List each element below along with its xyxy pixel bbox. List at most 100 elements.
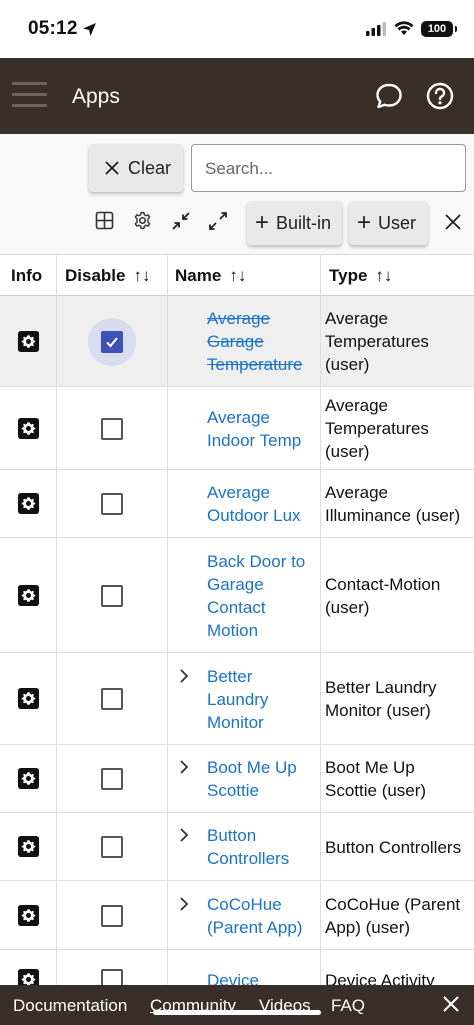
app-type-text: CoCoHue (Parent App) (user) bbox=[325, 893, 470, 939]
close-footer-icon[interactable] bbox=[442, 995, 460, 1013]
type-cell: Button Controllers bbox=[321, 813, 474, 880]
grid-layout-icon[interactable] bbox=[95, 211, 114, 230]
search-input[interactable]: Search... bbox=[191, 144, 466, 192]
app-type-text: Button Controllers bbox=[325, 836, 470, 859]
builtin-label: Built-in bbox=[276, 212, 332, 233]
disable-checkbox[interactable] bbox=[101, 584, 123, 607]
app-settings-gear-icon[interactable] bbox=[17, 417, 40, 440]
app-type-line: (user) bbox=[325, 355, 370, 374]
app-type-text: Average Temperatures (user) bbox=[325, 394, 470, 463]
app-settings-gear-icon[interactable] bbox=[17, 687, 40, 710]
app-type-line: Monitor (user) bbox=[325, 701, 431, 720]
disable-checkbox[interactable] bbox=[101, 768, 123, 790]
expand-icon[interactable] bbox=[208, 211, 228, 231]
app-name-link[interactable]: Average Garage Temperature bbox=[207, 307, 312, 376]
app-name-line: Button bbox=[207, 826, 257, 845]
add-builtin-app-button[interactable]: + Built-in bbox=[247, 201, 342, 245]
column-header-disable[interactable]: Disable ↑↓ bbox=[57, 255, 168, 296]
app-name-line: Back Door to bbox=[207, 551, 306, 571]
help-icon[interactable] bbox=[425, 81, 455, 111]
disable-checkbox[interactable] bbox=[101, 330, 123, 353]
app-name-link[interactable]: Button Controllers bbox=[207, 824, 312, 870]
sort-icon[interactable]: ↑↓ bbox=[229, 266, 246, 285]
app-name-line: Monitor bbox=[207, 712, 264, 732]
column-label: Disable bbox=[65, 266, 126, 285]
app-name-link[interactable]: Better Laundry Monitor bbox=[207, 665, 312, 734]
home-indicator bbox=[153, 1010, 321, 1015]
disable-cell bbox=[57, 653, 168, 744]
name-cell: Average Indoor Temp bbox=[168, 387, 321, 469]
name-cell: Better Laundry Monitor bbox=[168, 653, 321, 744]
app-type-line: Better Laundry bbox=[325, 678, 437, 697]
chat-bubble-icon[interactable] bbox=[374, 81, 404, 111]
location-arrow-icon bbox=[83, 23, 96, 36]
disable-checkbox[interactable] bbox=[101, 836, 123, 858]
app-name-link[interactable]: CoCoHue (Parent App) bbox=[207, 893, 312, 939]
app-settings-gear-icon[interactable] bbox=[17, 330, 40, 353]
app-type-line: Average bbox=[325, 396, 389, 415]
app-header: Apps bbox=[0, 58, 474, 134]
disable-cell bbox=[57, 387, 168, 469]
disable-checkbox[interactable] bbox=[101, 688, 123, 710]
settings-gear-icon[interactable] bbox=[133, 211, 152, 230]
column-label: Name bbox=[175, 266, 222, 285]
type-cell: Average Temperatures (user) bbox=[321, 387, 474, 469]
info-cell bbox=[0, 538, 57, 652]
expand-chevron-icon[interactable] bbox=[178, 827, 190, 848]
clear-button[interactable]: Clear bbox=[89, 144, 183, 192]
expand-chevron-icon[interactable] bbox=[178, 759, 190, 780]
app-name-line: Laundry bbox=[207, 689, 269, 709]
app-settings-gear-icon[interactable] bbox=[17, 835, 40, 858]
table-row: Average Indoor Temp Average Temperatures (us… bbox=[0, 387, 474, 470]
app-name-line: Garage bbox=[207, 574, 264, 594]
app-name-line: (Parent App) bbox=[207, 917, 303, 937]
app-type-line: (user) bbox=[325, 597, 370, 617]
column-header-info: Info bbox=[0, 255, 57, 296]
column-header-type[interactable]: Type ↑↓ bbox=[321, 255, 474, 296]
collapse-icon[interactable] bbox=[171, 211, 191, 231]
app-name-line: Better bbox=[207, 666, 253, 686]
type-cell: Average Temperatures (user) bbox=[321, 296, 474, 386]
table-row: Average Outdoor Lux Average Illuminance (us… bbox=[0, 470, 474, 538]
app-type-line: Illuminance (user) bbox=[325, 506, 461, 525]
app-settings-gear-icon[interactable] bbox=[17, 492, 40, 515]
expand-chevron-icon[interactable] bbox=[178, 668, 190, 689]
disable-checkbox[interactable] bbox=[101, 904, 123, 927]
sort-icon[interactable]: ↑↓ bbox=[133, 266, 150, 285]
page-title: Apps bbox=[72, 85, 120, 108]
checkmark-icon bbox=[106, 336, 118, 347]
disable-cell bbox=[57, 538, 168, 652]
disable-cell bbox=[57, 470, 168, 537]
sort-icon[interactable]: ↑↓ bbox=[375, 266, 392, 285]
app-settings-gear-icon[interactable] bbox=[17, 904, 40, 927]
info-cell bbox=[0, 881, 57, 949]
table-row: Back Door to Garage Contact Motion Contact-M… bbox=[0, 538, 474, 653]
cellular-signal-icon bbox=[366, 22, 386, 36]
app-name-link[interactable]: Back Door to Garage Contact Motion bbox=[207, 550, 312, 642]
app-name-line: Contact bbox=[207, 597, 266, 617]
app-settings-gear-icon[interactable] bbox=[17, 767, 40, 790]
disable-checkbox[interactable] bbox=[101, 417, 123, 440]
close-toolbar-icon[interactable] bbox=[445, 214, 461, 230]
app-type-text: Contact-Motion (user) bbox=[325, 573, 470, 619]
add-user-app-button[interactable]: + User bbox=[349, 201, 428, 245]
column-header-name[interactable]: Name ↑↓ bbox=[168, 255, 321, 296]
type-cell: Boot Me Up Scottie (user) bbox=[321, 745, 474, 812]
expand-chevron-icon[interactable] bbox=[178, 896, 190, 917]
app-type-line: Boot Me Up bbox=[325, 758, 415, 777]
column-label: Info bbox=[11, 266, 43, 285]
hamburger-menu-icon[interactable] bbox=[12, 82, 47, 108]
app-name-line: Motion bbox=[207, 620, 259, 640]
app-name-link[interactable]: Average Indoor Temp bbox=[207, 406, 312, 452]
disable-checkbox[interactable] bbox=[101, 493, 123, 515]
app-name-link[interactable]: Boot Me Up Scottie bbox=[207, 756, 312, 802]
app-settings-gear-icon[interactable] bbox=[17, 584, 40, 607]
app-name-link[interactable]: Average Outdoor Lux bbox=[207, 481, 312, 527]
name-cell: CoCoHue (Parent App) bbox=[168, 881, 321, 949]
info-cell bbox=[0, 470, 57, 537]
documentation-link[interactable]: Documentation bbox=[13, 996, 127, 1016]
faq-link[interactable]: FAQ bbox=[331, 996, 365, 1016]
name-cell: Average Outdoor Lux bbox=[168, 470, 321, 537]
app-name-line: Garage bbox=[207, 332, 264, 351]
app-type-line: (user) bbox=[325, 442, 370, 461]
